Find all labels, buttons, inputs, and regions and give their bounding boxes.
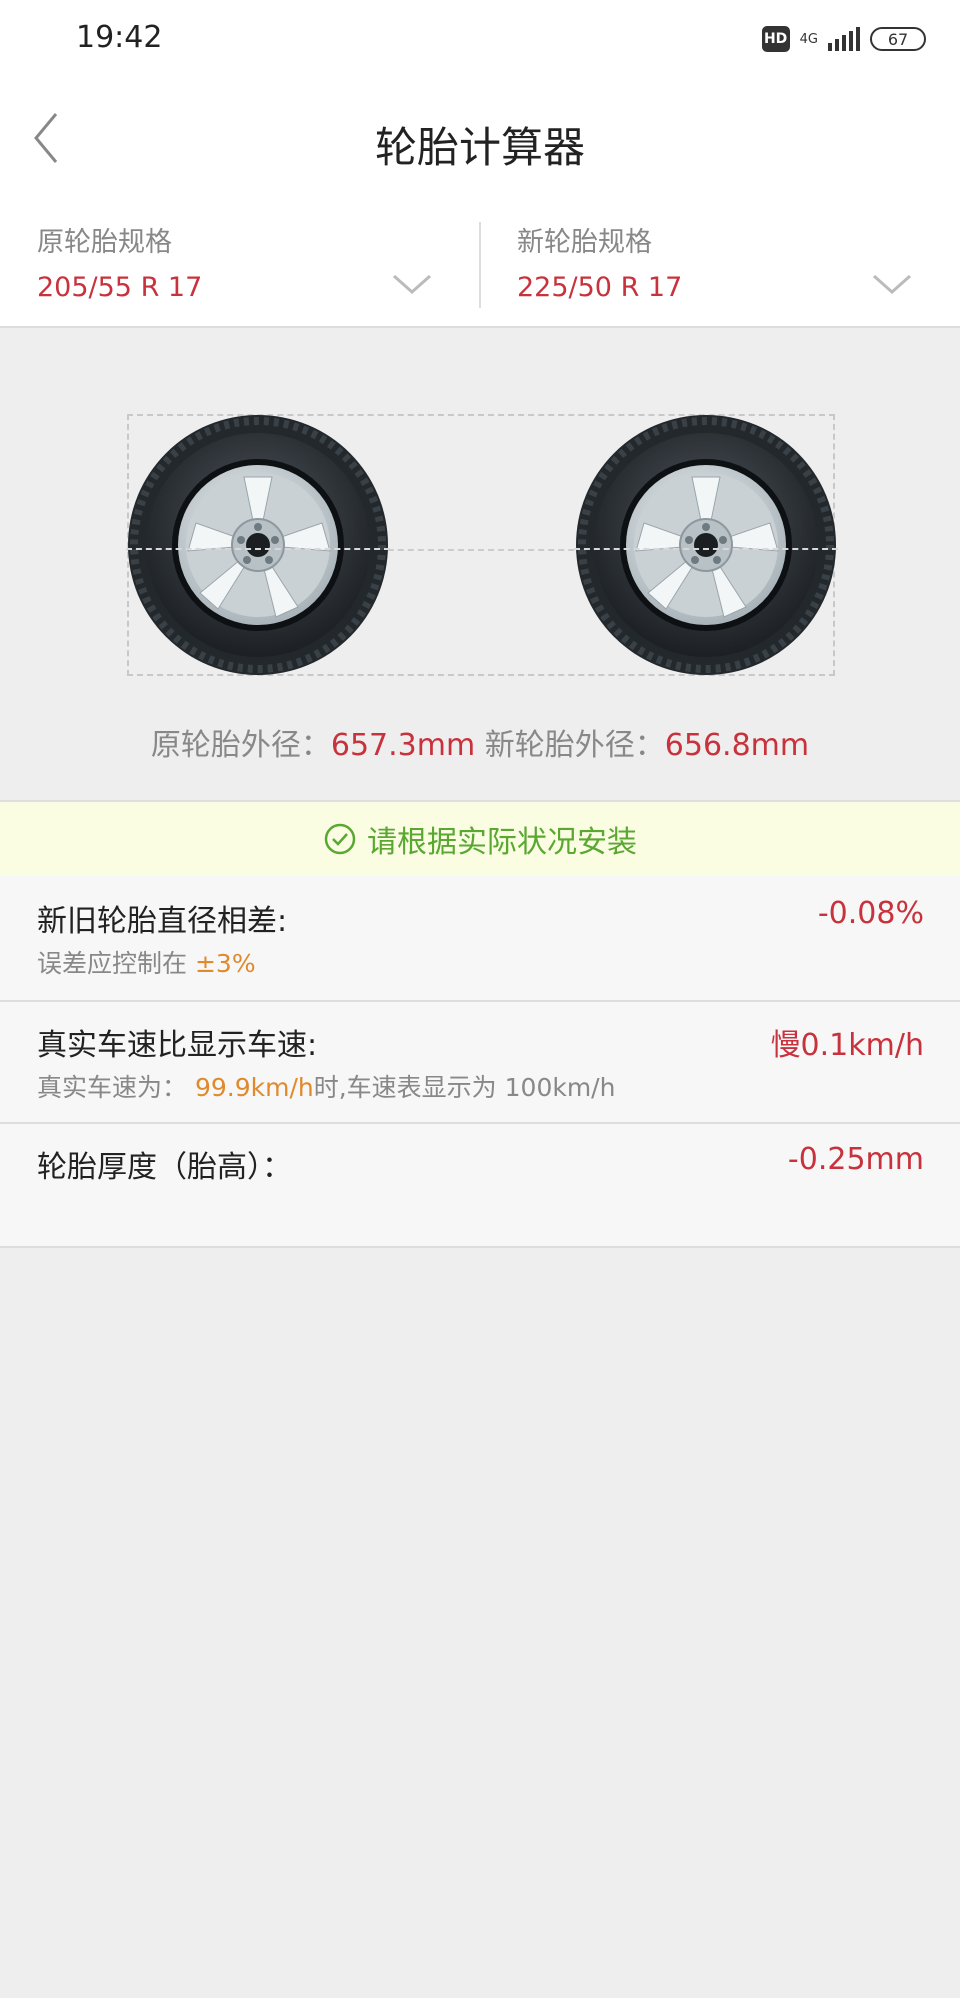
tire-spec-selector: 原轮胎规格 205/55 R 17 新轮胎规格 225/50 R 17 — [0, 206, 960, 328]
diameter-summary: 原轮胎外径：657.3mm 新轮胎外径：656.8mm — [0, 720, 960, 764]
original-spec-value: 205/55 R 17 — [37, 272, 203, 303]
app-header: 轮胎计算器 — [0, 76, 960, 206]
original-spec-dropdown[interactable]: 原轮胎规格 205/55 R 17 — [0, 206, 480, 326]
tire-icon — [128, 415, 388, 675]
thickness-title: 轮胎厚度（胎高）： — [37, 1150, 292, 1185]
new-spec-dropdown[interactable]: 新轮胎规格 225/50 R 17 — [480, 206, 960, 326]
results-list: 新旧轮胎直径相差: -0.08% 误差应控制在 ±3% 真实车速比显示车速: 慢… — [0, 876, 960, 1248]
thickness-value: -0.25mm — [787, 1142, 924, 1177]
hd-icon: HD — [761, 26, 790, 52]
tire-axis-line — [126, 548, 390, 550]
diameter-diff-hint-text: 误差应控制在 — [37, 949, 188, 978]
speed-hint: 真实车速为： 99.9km/h时,车速表显示为 100km/h — [37, 1068, 615, 1104]
new-diameter-label: 新轮胎外径： — [484, 728, 665, 763]
page-title: 轮胎计算器 — [374, 123, 585, 172]
list-item-speed: 真实车速比显示车速: 慢0.1km/h 真实车速为： 99.9km/h时,车速表… — [0, 1000, 960, 1124]
install-notice: 请根据实际状况安装 — [0, 800, 960, 876]
status-bar: 19:42 HD 4G 67 — [0, 0, 960, 76]
list-item-thickness: 轮胎厚度（胎高）： -0.25mm — [0, 1122, 960, 1244]
network-type: 4G — [799, 31, 818, 47]
new-spec-label: 新轮胎规格 — [517, 227, 652, 258]
battery-level: 67 — [887, 29, 909, 49]
status-icons: HD 4G 67 — [761, 22, 926, 56]
list-item-diameter-diff: 新旧轮胎直径相差: -0.08% 误差应控制在 ±3% — [0, 876, 960, 1002]
check-circle-icon — [324, 823, 356, 855]
original-diameter-value: 657.3mm — [330, 728, 476, 763]
new-diameter-value: 656.8mm — [664, 728, 810, 763]
signal-icon — [828, 27, 860, 51]
chevron-down-icon — [873, 274, 911, 295]
new-tire-image — [574, 413, 838, 677]
diameter-diff-hint: 误差应控制在 ±3% — [37, 944, 256, 980]
tire-comparison: 原轮胎外径：657.3mm 新轮胎外径：656.8mm — [0, 328, 960, 800]
tire-axis-line — [574, 548, 838, 550]
status-time: 19:42 — [76, 20, 163, 55]
diameter-diff-title: 新旧轮胎直径相差: — [37, 904, 288, 939]
speed-value: 慢0.1km/h — [770, 1028, 924, 1063]
chevron-down-icon — [393, 274, 431, 295]
real-speed-value: 99.9km/h — [194, 1073, 314, 1102]
original-diameter-label: 原轮胎外径： — [150, 728, 331, 763]
tolerance-value: ±3% — [194, 949, 256, 978]
speed-hint-prefix: 真实车速为： — [37, 1073, 188, 1102]
speed-title: 真实车速比显示车速: — [37, 1028, 318, 1063]
new-spec-value: 225/50 R 17 — [517, 272, 683, 303]
original-tire-image — [126, 413, 390, 677]
speed-hint-suffix: 时,车速表显示为 100km/h — [313, 1073, 616, 1102]
diameter-diff-value: -0.08% — [817, 896, 924, 931]
tire-icon — [576, 415, 836, 675]
battery-icon: 67 — [870, 27, 926, 51]
original-spec-label: 原轮胎规格 — [37, 227, 172, 258]
notice-text: 请根据实际状况安装 — [367, 825, 637, 860]
